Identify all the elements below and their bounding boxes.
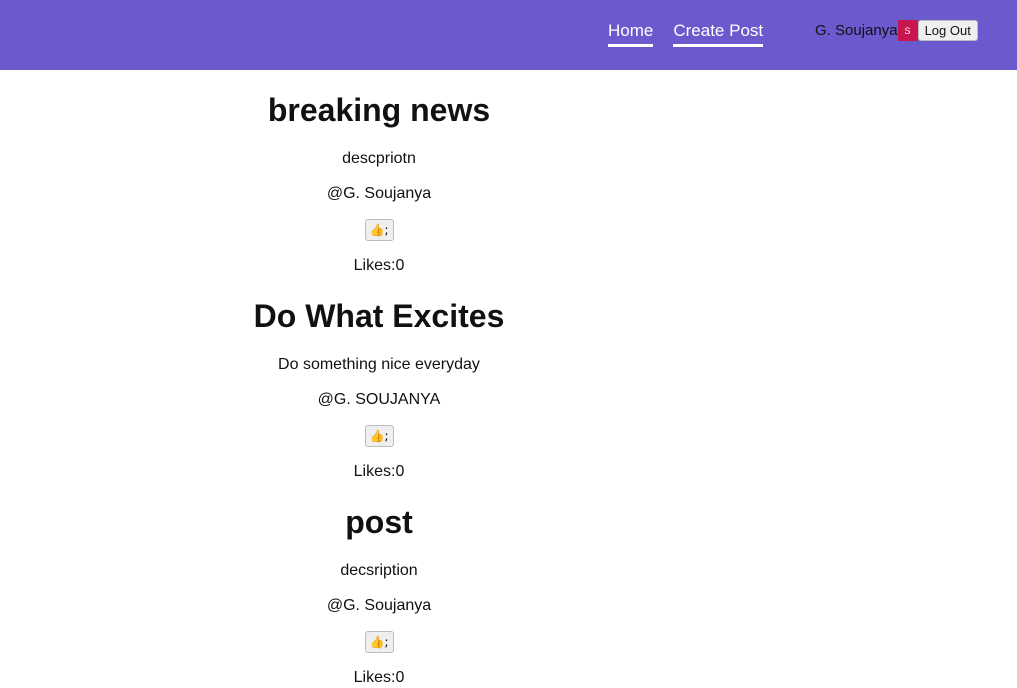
like-button[interactable]: 👍;: [364, 425, 394, 447]
user-name: G. Soujanya: [815, 22, 898, 39]
post-card: breaking news descpriotn @G. Soujanya 👍;…: [0, 70, 758, 276]
post-title: post: [345, 504, 413, 540]
post-title: breaking news: [267, 92, 491, 128]
user-area: G. Soujanya S Log Out: [815, 20, 978, 41]
like-button[interactable]: 👍;: [364, 219, 394, 241]
navbar: Home Create Post G. Soujanya S Log Out: [0, 0, 1017, 70]
like-button-wrap: 👍;: [0, 425, 758, 447]
like-button-wrap: 👍;: [0, 631, 758, 653]
avatar: S: [897, 20, 918, 41]
post-title: Do What Excites: [253, 298, 505, 334]
post-likes: Likes:0: [353, 669, 405, 686]
nav-link-create-post[interactable]: Create Post: [673, 21, 764, 47]
post-list: breaking news descpriotn @G. Soujanya 👍;…: [0, 70, 758, 688]
post-author: @G. SOUJANYA: [317, 391, 441, 408]
post-author: @G. Soujanya: [326, 185, 432, 202]
post-card: Do What Excites Do something nice everyd…: [0, 276, 758, 482]
post-author: @G. Soujanya: [326, 597, 432, 614]
like-button-wrap: 👍;: [0, 219, 758, 241]
nav-links: Home Create Post: [608, 21, 764, 47]
post-likes: Likes:0: [353, 257, 405, 274]
logout-button[interactable]: Log Out: [917, 20, 978, 41]
like-button[interactable]: 👍;: [364, 631, 394, 653]
post-description: decsription: [340, 562, 418, 579]
post-likes: Likes:0: [353, 463, 405, 480]
post-description: Do something nice everyday: [278, 356, 480, 373]
nav-link-home[interactable]: Home: [608, 21, 654, 47]
post-description: descpriotn: [342, 150, 416, 167]
post-card: post decsription @G. Soujanya 👍; Likes:0: [0, 482, 758, 688]
